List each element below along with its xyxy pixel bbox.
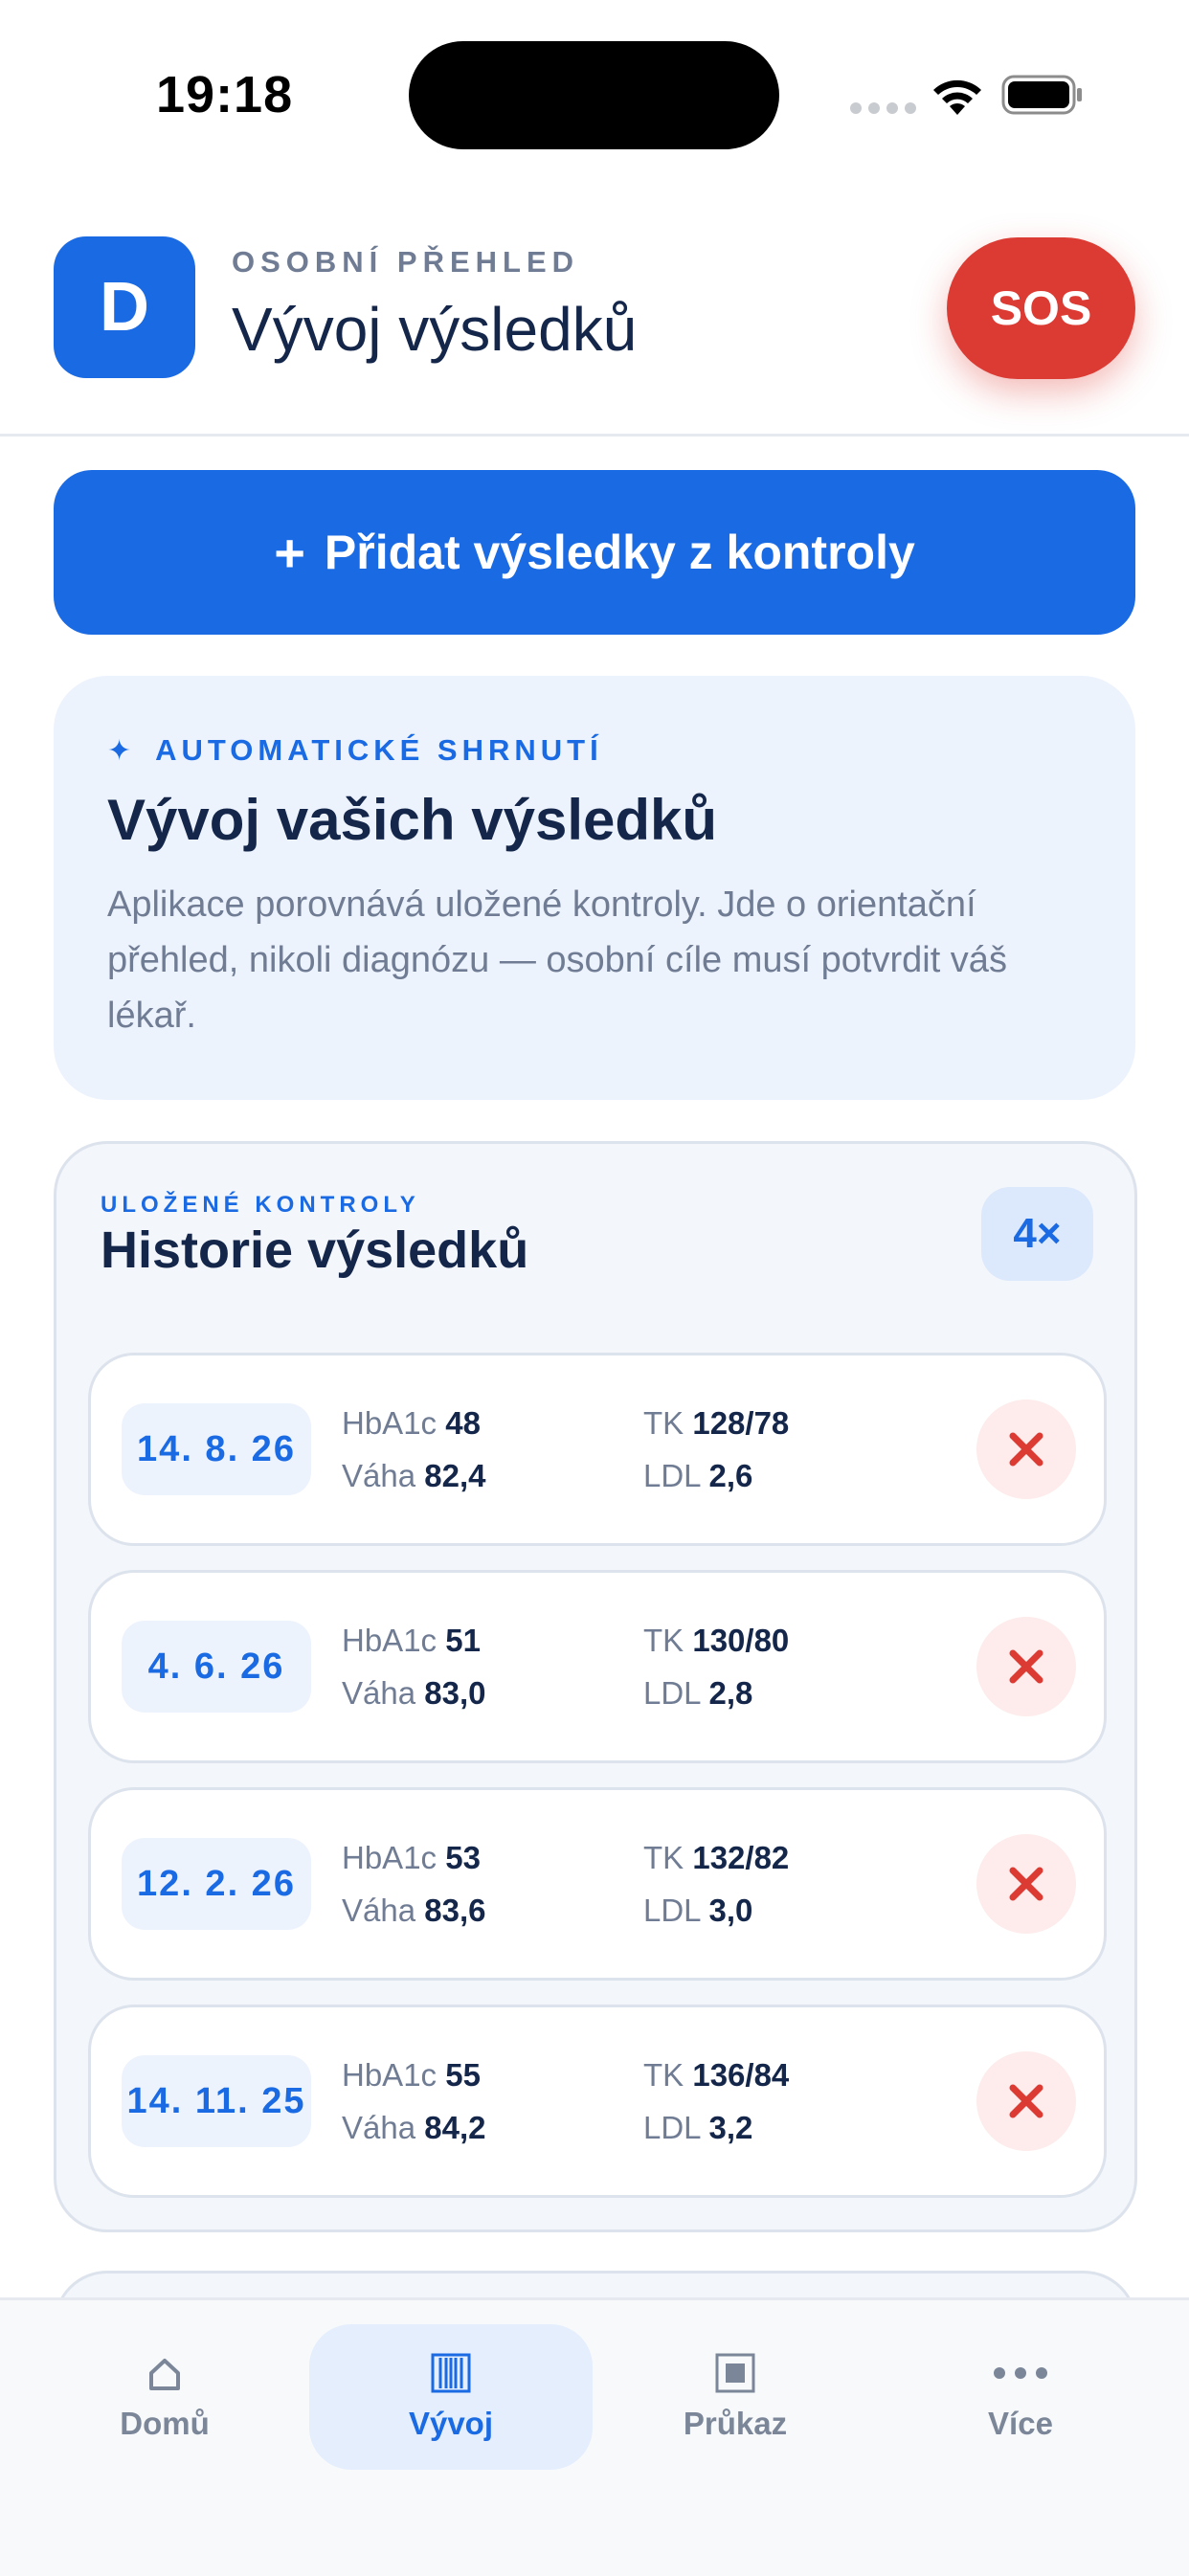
battery-icon [1001,75,1082,115]
history-overline: ULOŽENÉ KONTROLY [101,1192,420,1218]
delete-button[interactable] [976,1617,1076,1716]
history-row[interactable]: 14. 8. 26 HbA1c 48 Váha 82,4 TK 128/78 L… [88,1353,1107,1546]
weight-value: Váha 82,4 [342,1458,486,1493]
sos-button[interactable]: SOS [947,237,1135,379]
blood-pressure-value: TK 130/80 [643,1623,790,1658]
ldl-value: LDL 3,0 [643,1893,753,1928]
date-badge: 14. 11. 25 [122,2055,311,2147]
avatar[interactable]: D [54,236,195,378]
page-title: Vývoj výsledků [232,295,638,364]
results-history-card: ULOŽENÉ KONTROLY Historie výsledků 4× 14… [54,1141,1137,2232]
date-badge: 14. 8. 26 [122,1403,311,1495]
nav-item-progress[interactable]: Vývoj [309,2324,593,2470]
date-badge: 4. 6. 26 [122,1621,311,1713]
date-badge: 12. 2. 26 [122,1838,311,1930]
status-time: 19:18 [156,66,294,123]
sparkle-icon: ✦ [107,734,137,767]
home-icon [149,2359,180,2390]
auto-summary-card: ✦ AUTOMATICKÉ SHRNUTÍ Vývoj vašich výsle… [54,676,1135,1100]
wifi-icon [933,79,981,115]
ldl-value: LDL 3,2 [643,2110,753,2145]
app-header: D OSOBNÍ PŘEHLED Vývoj výsledků SOS [0,182,1189,437]
blood-pressure-value: TK 132/82 [643,1840,790,1875]
summary-overline-text: AUTOMATICKÉ SHRNUTÍ [155,733,603,767]
nav-label: Více [988,2406,1053,2441]
nav-item-card[interactable]: Průkaz [594,2324,877,2470]
dynamic-island [409,41,779,149]
nav-item-more[interactable]: Více [879,2324,1162,2470]
chart-icon [431,2353,471,2393]
close-icon [1009,1867,1043,1901]
count-badge: 4× [981,1187,1093,1281]
status-bar: 19:18 [0,0,1189,182]
more-icon [994,2367,1047,2379]
close-icon [1009,1649,1043,1684]
history-title: Historie výsledků [101,1221,529,1279]
cellular-signal-icon [850,102,916,114]
summary-overline: ✦ AUTOMATICKÉ SHRNUTÍ [107,733,603,768]
hba1c-value: HbA1c 53 [342,1840,481,1875]
history-row[interactable]: 12. 2. 26 HbA1c 53 Váha 83,6 TK 132/82 L… [88,1787,1107,1981]
plus-icon: + [274,522,305,583]
nav-label: Vývoj [408,2406,494,2441]
history-row[interactable]: 4. 6. 26 HbA1c 51 Váha 83,0 TK 130/80 LD… [88,1570,1107,1763]
delete-button[interactable] [976,2051,1076,2151]
weight-value: Váha 83,6 [342,1893,486,1928]
add-results-label: Přidat výsledky z kontroly [324,526,915,579]
add-results-button[interactable]: + Přidat výsledky z kontroly [54,470,1135,635]
hba1c-value: HbA1c 55 [342,2057,481,2093]
history-row[interactable]: 14. 11. 25 HbA1c 55 Váha 84,2 TK 136/84 … [88,2005,1107,2198]
nav-label: Domů [120,2406,210,2441]
card-icon [715,2353,755,2393]
weight-value: Váha 83,0 [342,1675,486,1711]
header-overline: OSOBNÍ PŘEHLED [232,245,580,279]
delete-button[interactable] [976,1834,1076,1934]
nav-label: Průkaz [683,2406,788,2441]
summary-title: Vývoj vašich výsledků [107,788,718,852]
bottom-nav: Domů Vývoj Průkaz Více [0,2297,1189,2576]
hba1c-value: HbA1c 51 [342,1623,481,1658]
delete-button[interactable] [976,1400,1076,1499]
close-icon [1009,2084,1043,2118]
close-icon [1009,1432,1043,1467]
weight-value: Váha 84,2 [342,2110,486,2145]
ldl-value: LDL 2,8 [643,1675,753,1711]
nav-item-home[interactable]: Domů [23,2324,306,2470]
blood-pressure-value: TK 136/84 [643,2057,790,2093]
summary-text: Aplikace porovnává uložené kontroly. Jde… [107,885,1007,1036]
blood-pressure-value: TK 128/78 [643,1405,790,1441]
ldl-value: LDL 2,6 [643,1458,753,1493]
hba1c-value: HbA1c 48 [342,1405,481,1441]
